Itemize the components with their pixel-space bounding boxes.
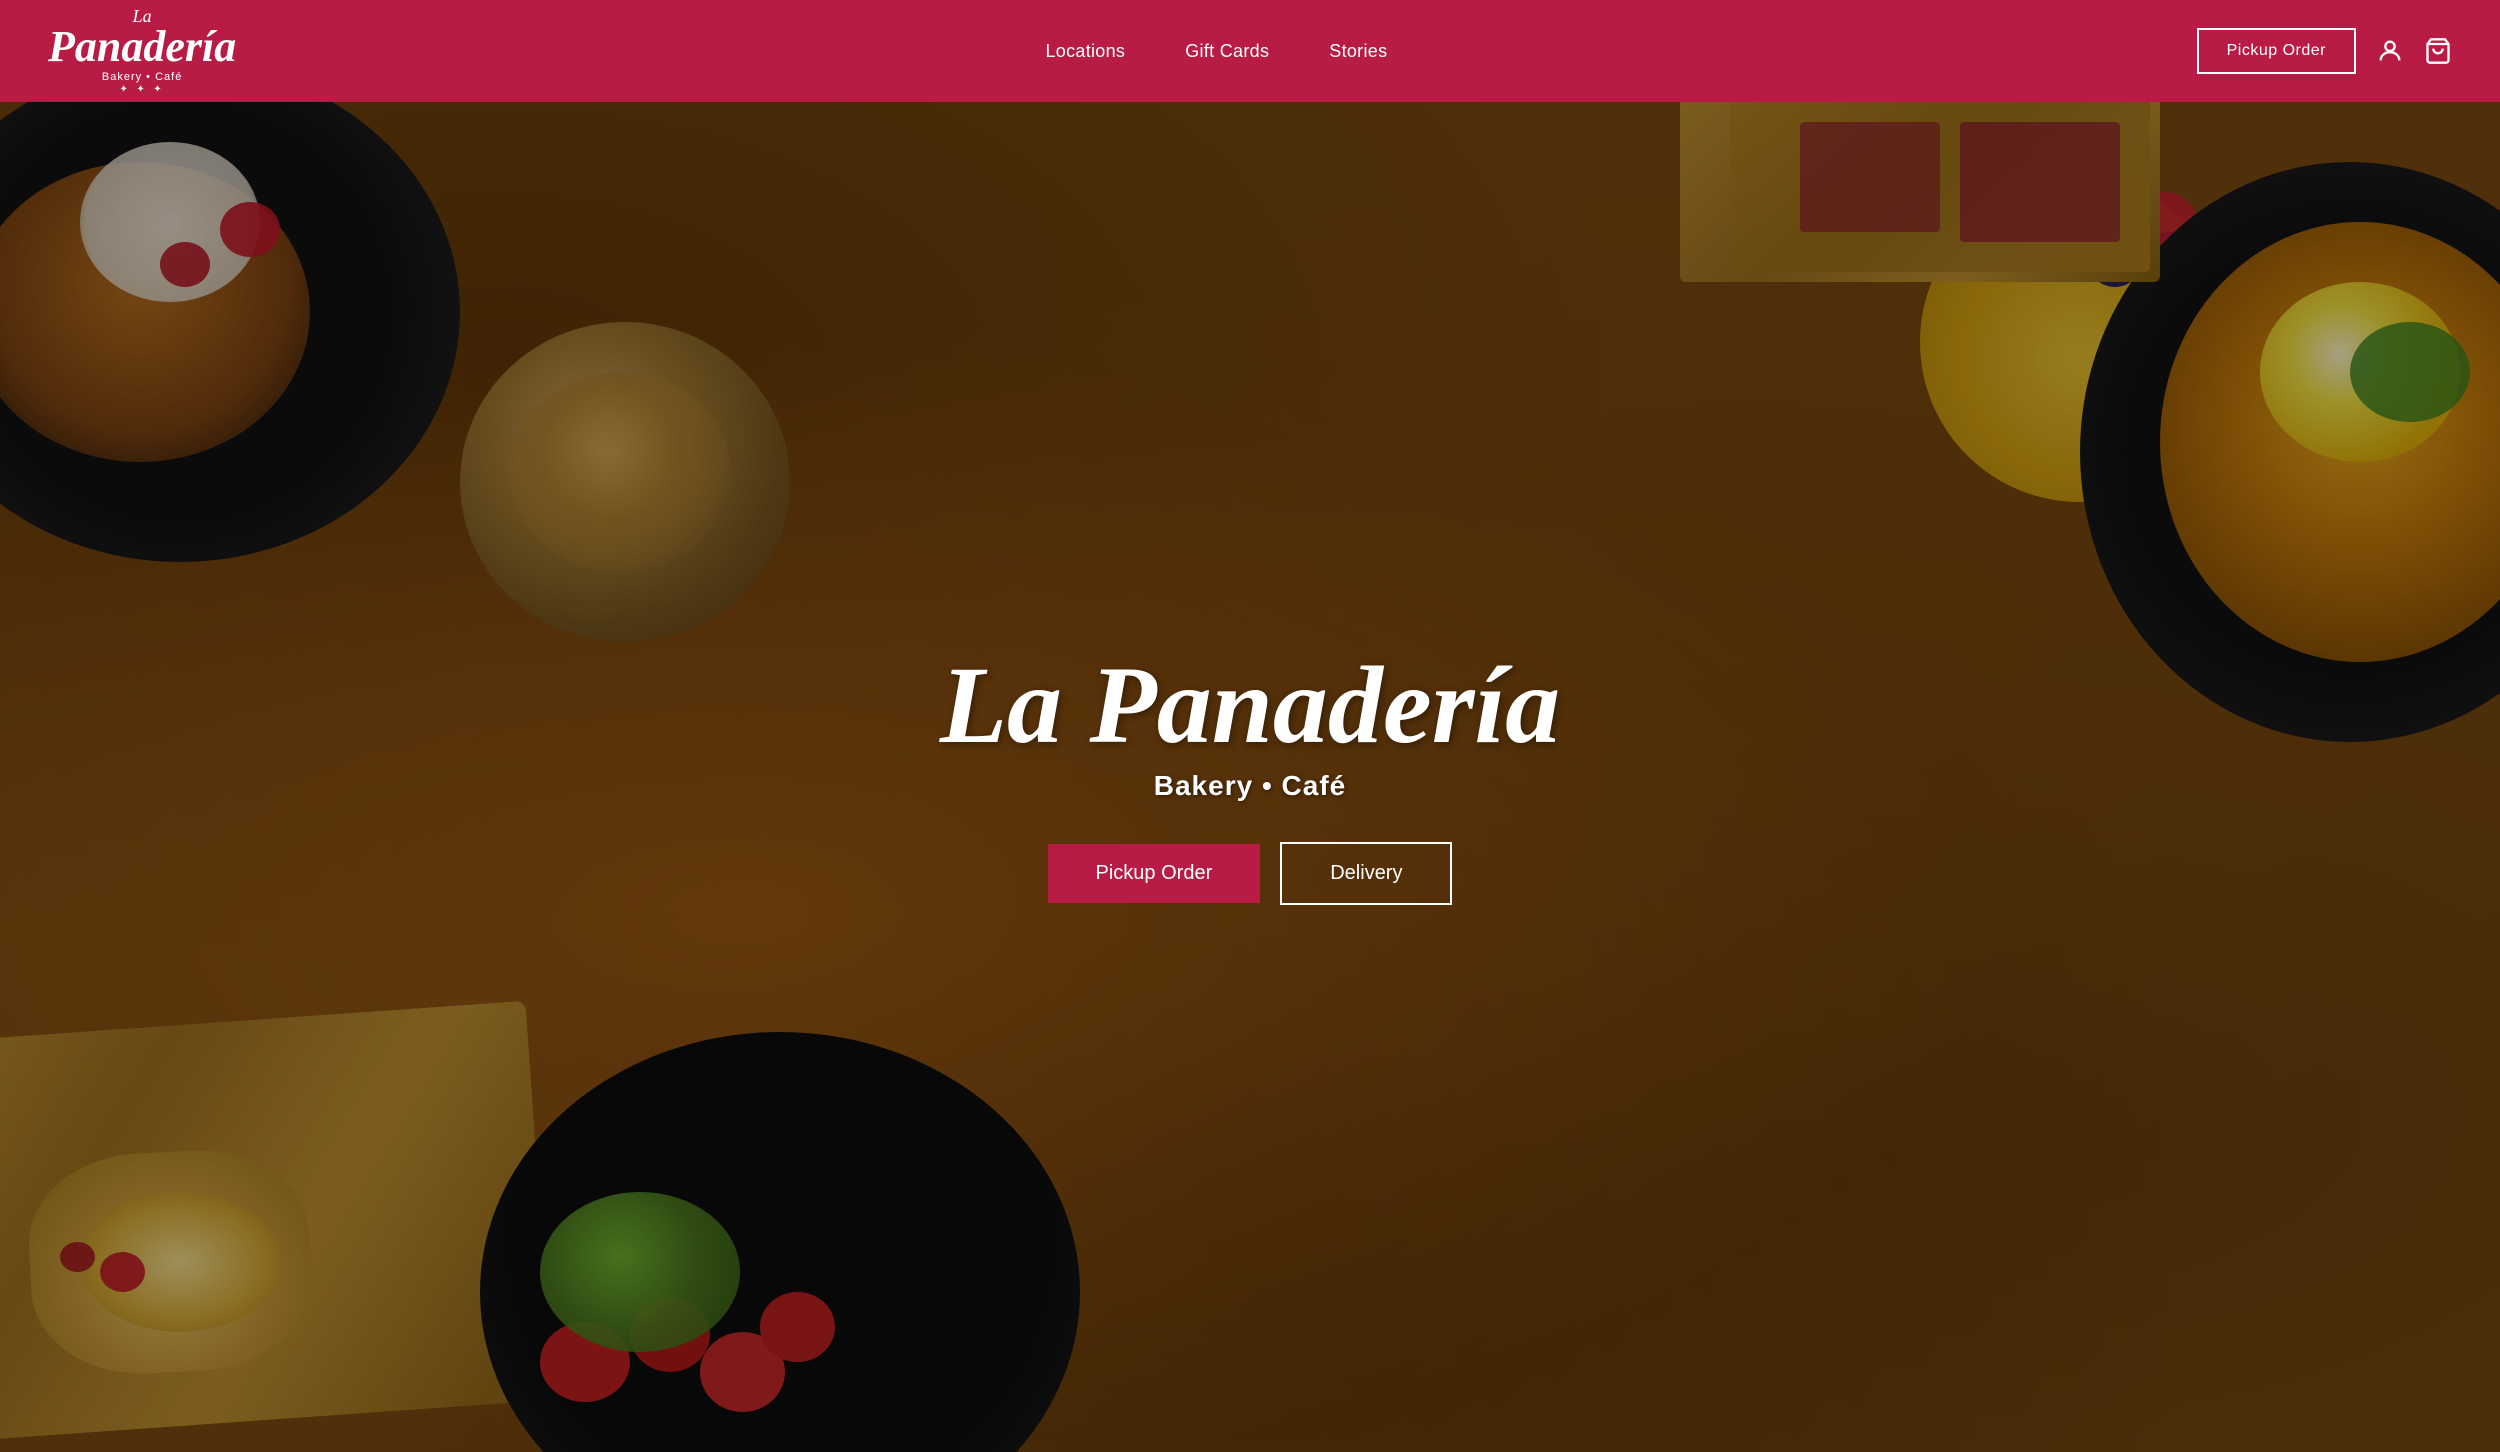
logo-wrapper: La Panadería Bakery • Café ✦ ✦ ✦ [48,7,236,95]
logo-stars: ✦ ✦ ✦ [120,84,165,95]
nav-locations[interactable]: Locations [1045,41,1125,62]
header-pickup-order-button[interactable]: Pickup Order [2197,28,2356,74]
logo-sub: Bakery • Café [102,71,182,83]
hero-subtitle: Bakery • Café [1154,770,1346,802]
hero-buttons: Pickup Order Delivery [1048,842,1453,905]
hero-title: La Panadería [940,650,1560,760]
logo-area: La Panadería Bakery • Café ✦ ✦ ✦ [48,7,236,95]
hero-section: La Panadería Bakery • Café Pickup Order … [0,102,2500,1452]
user-icon [2376,37,2404,65]
account-button[interactable] [2376,37,2404,65]
header: La Panadería Bakery • Café ✦ ✦ ✦ Locatio… [0,0,2500,102]
main-nav: Locations Gift Cards Stories [1045,41,1387,62]
logo-panaderia: Panadería [48,25,236,69]
hero-delivery-button[interactable]: Delivery [1280,842,1452,905]
header-actions: Pickup Order [2197,28,2452,74]
cart-button[interactable] [2424,37,2452,65]
nav-stories[interactable]: Stories [1329,41,1387,62]
hero-pickup-button[interactable]: Pickup Order [1048,844,1261,903]
cart-icon [2424,37,2452,65]
nav-gift-cards[interactable]: Gift Cards [1185,41,1269,62]
hero-content: La Panadería Bakery • Café Pickup Order … [0,102,2500,1452]
